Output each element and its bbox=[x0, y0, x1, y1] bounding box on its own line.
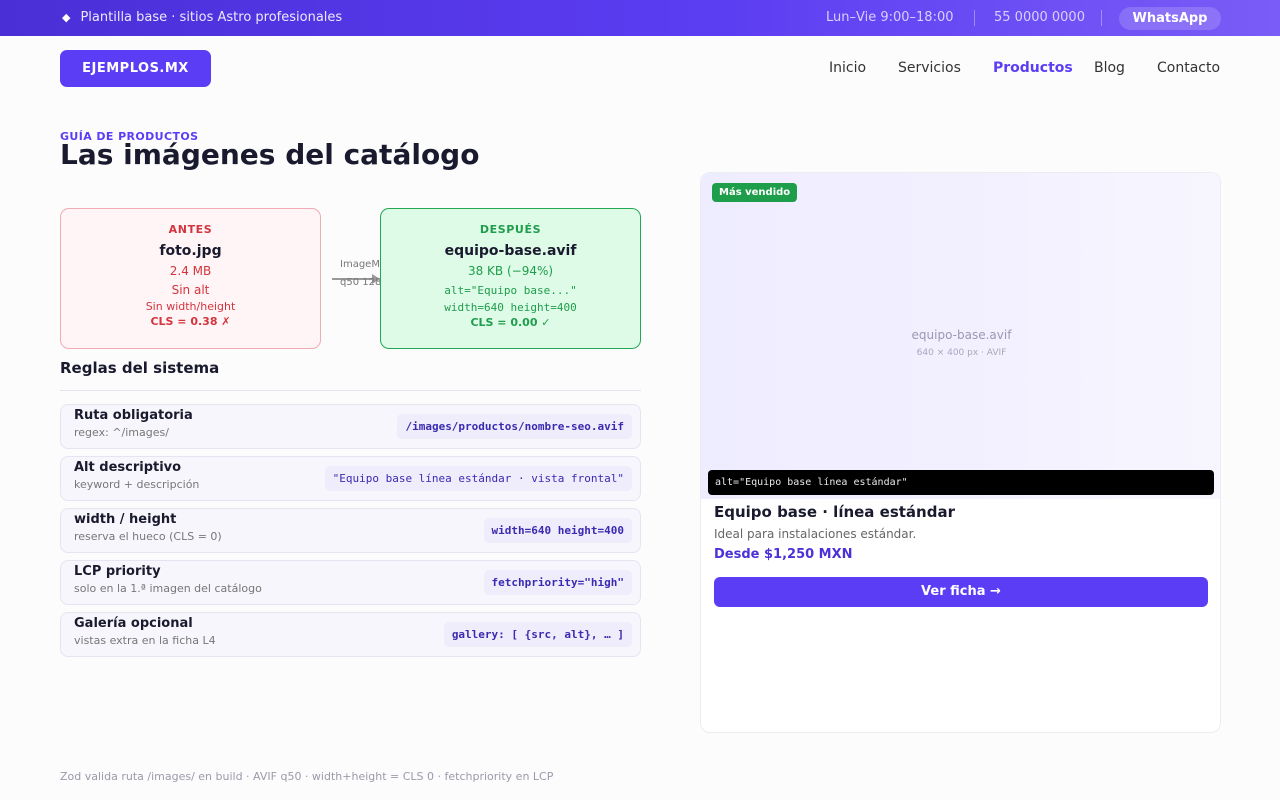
nav-item-servicios[interactable]: Servicios bbox=[898, 60, 961, 76]
top-bar: ◆ Plantilla base · sitios Astro profesio… bbox=[0, 0, 1280, 36]
rule-subtitle: solo en la 1.ª imagen del catálogo bbox=[74, 582, 262, 595]
rule-code: fetchpriority="high" bbox=[483, 570, 632, 595]
rule-item: Ruta obligatoria regex: ^/images/ /image… bbox=[60, 404, 641, 449]
rule-title: LCP priority bbox=[74, 564, 161, 579]
rule-code: "Equipo base línea estándar · vista fron… bbox=[324, 466, 632, 491]
phone-link[interactable]: 55 0000 0000 bbox=[994, 10, 1085, 25]
arrow-label-tool: ImageMagick bbox=[340, 259, 380, 270]
placeholder-meta: 640 × 400 px · AVIF bbox=[916, 348, 1007, 358]
before-label: ANTES bbox=[168, 223, 213, 236]
nav-item-productos[interactable]: Productos bbox=[993, 60, 1073, 76]
product-card: Más vendido equipo-base.avif 640 × 400 p… bbox=[700, 172, 1221, 733]
before-dimensions: Sin width/height bbox=[145, 300, 236, 313]
rule-title: Ruta obligatoria bbox=[74, 408, 193, 423]
nav-item-inicio[interactable]: Inicio bbox=[829, 60, 866, 76]
placeholder-filename: equipo-base.avif bbox=[911, 328, 1012, 342]
rule-title: Galería opcional bbox=[74, 616, 193, 631]
divider bbox=[974, 10, 975, 26]
product-title: Equipo base · línea estándar bbox=[714, 503, 955, 521]
rule-code: width=640 height=400 bbox=[483, 518, 632, 543]
site-logo[interactable]: EJEMPLOS.MX bbox=[60, 50, 211, 87]
after-cls: CLS = 0.00 ✓ bbox=[470, 316, 551, 329]
view-details-button[interactable]: Ver ficha → bbox=[714, 577, 1208, 607]
whatsapp-button[interactable]: WhatsApp bbox=[1119, 7, 1221, 30]
rules-title: Reglas del sistema bbox=[60, 359, 220, 377]
before-alt: Sin alt bbox=[171, 283, 210, 297]
bestseller-badge: Más vendido bbox=[712, 183, 798, 202]
nav-item-contacto[interactable]: Contacto bbox=[1157, 60, 1220, 76]
product-price: Desde $1,250 MXN bbox=[714, 547, 853, 562]
rule-title: Alt descriptivo bbox=[74, 460, 182, 475]
after-panel: DESPUÉS equipo-base.avif 38 KB (−94%) al… bbox=[380, 208, 641, 349]
rule-code: /images/productos/nombre-seo.avif bbox=[397, 414, 632, 439]
before-cls: CLS = 0.38 ✗ bbox=[150, 315, 231, 328]
after-alt: alt="Equipo base..." bbox=[444, 284, 577, 297]
page-title: Las imágenes del catálogo bbox=[60, 138, 480, 171]
after-filename: equipo-base.avif bbox=[444, 243, 577, 259]
after-label: DESPUÉS bbox=[479, 223, 542, 236]
rule-title: width / height bbox=[74, 512, 177, 527]
rule-item: Galería opcional vistas extra en la fich… bbox=[60, 612, 641, 657]
business-hours: Lun–Vie 9:00–18:00 bbox=[826, 10, 954, 25]
rule-subtitle: vistas extra en la ficha L4 bbox=[74, 634, 216, 647]
rule-subtitle: regex: ^/images/ bbox=[74, 426, 169, 439]
diamond-icon: ◆ bbox=[62, 11, 71, 24]
divider bbox=[60, 390, 641, 391]
top-bar-brand: ◆ Plantilla base · sitios Astro profesio… bbox=[62, 10, 342, 25]
product-description: Ideal para instalaciones estándar. bbox=[714, 527, 917, 541]
before-filename: foto.jpg bbox=[159, 243, 222, 259]
rule-subtitle: keyword + descripción bbox=[74, 478, 200, 491]
before-size: 2.4 MB bbox=[169, 264, 212, 278]
rule-item: LCP priority solo en la 1.ª imagen del c… bbox=[60, 560, 641, 605]
rule-item: Alt descriptivo keyword + descripción "E… bbox=[60, 456, 641, 501]
nav-item-blog[interactable]: Blog bbox=[1094, 60, 1125, 76]
rule-code: gallery: [ {src, alt}, … ] bbox=[443, 622, 632, 647]
top-bar-brand-text: Plantilla base · sitios Astro profesiona… bbox=[80, 10, 343, 25]
divider bbox=[1101, 10, 1102, 26]
arrow-label-settings: q50 1280w bbox=[340, 277, 380, 288]
after-dimensions: width=640 height=400 bbox=[444, 301, 577, 314]
rule-item: width / height reserva el hueco (CLS = 0… bbox=[60, 508, 641, 553]
after-size: 38 KB (−94%) bbox=[467, 264, 554, 278]
footnote: Zod valida ruta /images/ en build · AVIF… bbox=[60, 770, 554, 783]
rule-subtitle: reserva el hueco (CLS = 0) bbox=[74, 530, 222, 543]
alt-text-overlay: alt="Equipo base línea estándar" bbox=[708, 470, 1214, 495]
before-panel: ANTES foto.jpg 2.4 MB Sin alt Sin width/… bbox=[60, 208, 321, 349]
product-image-placeholder: Más vendido equipo-base.avif 640 × 400 p… bbox=[701, 173, 1220, 499]
